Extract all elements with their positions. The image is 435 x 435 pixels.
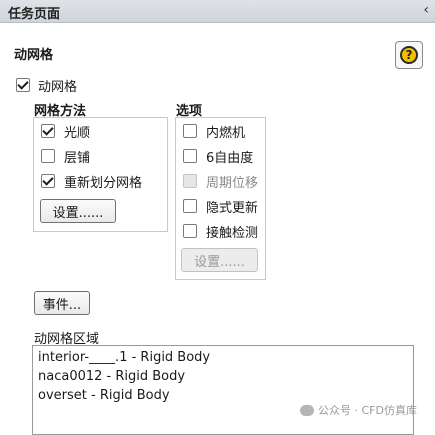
task-page-title: 任务页面 <box>8 7 61 22</box>
events-button[interactable]: 事件... <box>34 291 90 315</box>
dynamic-mesh-checkbox[interactable] <box>16 78 30 92</box>
implicit-update-checkbox[interactable] <box>183 199 197 213</box>
task-page-titlebar: 任务页面 ‹ <box>0 0 435 23</box>
six-dof-checkbox[interactable] <box>183 149 197 163</box>
panel-title: 动网格 <box>14 48 54 63</box>
chevron-left-icon[interactable]: ‹ <box>423 2 429 18</box>
layering-label: 层铺 <box>64 151 91 166</box>
remeshing-label: 重新划分网格 <box>64 176 143 191</box>
dynamic-zones-list[interactable]: interior-____.1 - Rigid Body naca0012 - … <box>32 345 414 435</box>
contact-detection-label: 接触检测 <box>206 226 259 241</box>
ic-engine-checkbox[interactable] <box>183 124 197 138</box>
zone-item[interactable]: overset - Rigid Body <box>38 388 170 403</box>
ic-engine-label: 内燃机 <box>206 126 246 141</box>
mesh-methods-settings-button[interactable]: 设置...... <box>40 199 116 223</box>
options-settings-button: 设置...... <box>181 248 258 272</box>
zone-item[interactable]: interior-____.1 - Rigid Body <box>38 350 210 365</box>
six-dof-label: 6自由度 <box>206 151 254 166</box>
contact-detection-checkbox[interactable] <box>183 224 197 238</box>
dynamic-mesh-label: 动网格 <box>38 80 78 95</box>
implicit-update-label: 隐式更新 <box>206 201 259 216</box>
watermark-text: 公众号 · CFD仿真库 <box>318 404 417 417</box>
watermark: 公众号 · CFD仿真库 <box>300 402 417 418</box>
zone-item[interactable]: naca0012 - Rigid Body <box>38 369 185 384</box>
help-icon: ? <box>400 46 418 64</box>
smoothing-label: 光顺 <box>64 126 91 141</box>
periodic-displacement-label: 周期位移 <box>206 176 259 191</box>
smoothing-checkbox[interactable] <box>41 124 55 138</box>
wechat-icon <box>300 404 314 416</box>
layering-checkbox[interactable] <box>41 149 55 163</box>
remeshing-checkbox[interactable] <box>41 174 55 188</box>
periodic-displacement-checkbox <box>183 174 197 188</box>
help-button[interactable]: ? <box>395 41 423 69</box>
